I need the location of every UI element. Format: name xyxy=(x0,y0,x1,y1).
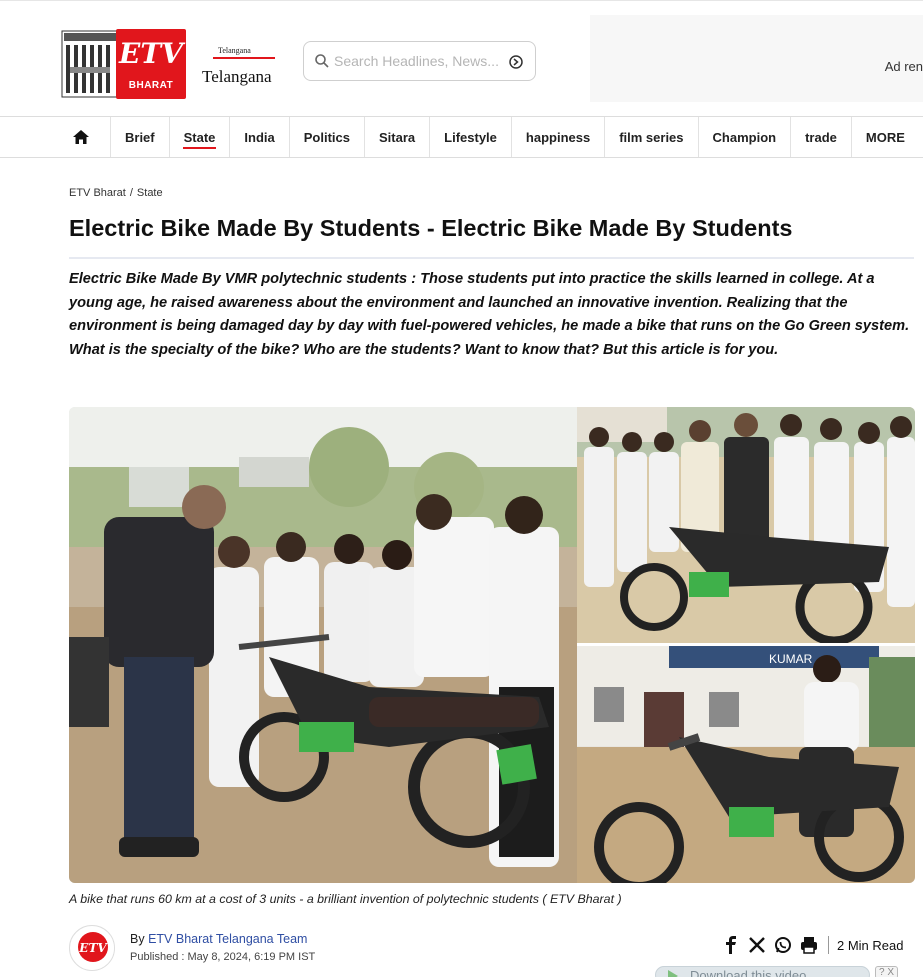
nav-item-india[interactable]: India xyxy=(230,117,290,157)
x-icon[interactable] xyxy=(748,936,766,954)
article-image[interactable]: KUMAR xyxy=(69,407,915,883)
author-byline: By ETV Bharat Telangana Team xyxy=(130,932,307,946)
print-icon[interactable] xyxy=(800,936,818,954)
play-icon xyxy=(668,970,678,977)
author-avatar[interactable]: ETV xyxy=(69,925,115,971)
ad-banner: Ad ren xyxy=(590,15,923,102)
nav-item-more[interactable]: MORE xyxy=(852,117,919,157)
search-box[interactable] xyxy=(303,41,536,81)
article-photo-illustration: KUMAR xyxy=(69,407,915,883)
download-video-button[interactable]: Download this video xyxy=(655,966,870,977)
article-title: Electric Bike Made By Students - Electri… xyxy=(69,215,793,241)
logo-badge: ETV BHARAT xyxy=(116,29,186,99)
read-time: 2 Min Read xyxy=(837,937,904,953)
breadcrumb-section[interactable]: State xyxy=(137,187,163,199)
nav-item-sitara[interactable]: Sitara xyxy=(365,117,431,157)
go-icon[interactable] xyxy=(508,54,524,70)
breadcrumb-separator: / xyxy=(129,187,133,199)
nav-item-politics[interactable]: Politics xyxy=(290,117,366,157)
facebook-icon[interactable] xyxy=(722,936,740,954)
logo-bharat-text: BHARAT xyxy=(128,80,174,91)
logo-building-icon xyxy=(61,30,119,98)
title-divider xyxy=(69,257,914,259)
nav-item-state[interactable]: State xyxy=(170,117,231,157)
nav-item-brief[interactable]: Brief xyxy=(111,117,170,157)
player-mini-buttons[interactable]: ? X xyxy=(875,966,899,977)
author-link[interactable]: ETV Bharat Telangana Team xyxy=(148,932,307,946)
article-summary: Electric Bike Made By VMR polytechnic st… xyxy=(69,271,910,358)
breadcrumb-home[interactable]: ETV Bharat xyxy=(69,187,126,199)
nav-item-lifestyle[interactable]: Lifestyle xyxy=(430,117,512,157)
site-logo[interactable]: ETV BHARAT xyxy=(60,27,188,101)
nav-item-trade[interactable]: trade xyxy=(791,117,852,157)
nav-item-happiness[interactable]: happiness xyxy=(512,117,606,157)
photo-sign-text: KUMAR xyxy=(769,652,813,666)
site-header: ETV BHARAT Telangana Telangana Ad ren xyxy=(0,0,923,116)
svg-text:ETV: ETV xyxy=(78,941,108,955)
nav-item-champion[interactable]: Champion xyxy=(699,117,792,157)
state-label-small: Telangana xyxy=(218,46,251,55)
ad-text: Ad ren xyxy=(884,59,923,74)
breadcrumb: ETV Bharat / State xyxy=(69,187,163,199)
state-label-underline xyxy=(213,57,275,59)
nav-home[interactable] xyxy=(52,117,111,157)
published-date: Published : May 8, 2024, 6:19 PM IST xyxy=(130,951,316,963)
state-selector[interactable]: Telangana xyxy=(202,67,272,87)
author-logo-icon: ETV xyxy=(71,927,114,970)
download-video-label: Download this video xyxy=(690,968,807,977)
search-icon xyxy=(315,54,329,68)
main-nav: Brief State India Politics Sitara Lifest… xyxy=(0,116,923,158)
nav-item-film-series[interactable]: film series xyxy=(605,117,699,157)
whatsapp-icon[interactable] xyxy=(774,936,792,954)
read-time-separator xyxy=(828,936,829,954)
search-input[interactable] xyxy=(334,52,504,70)
logo-etv-text: ETV xyxy=(119,37,183,70)
home-icon xyxy=(73,130,89,144)
image-caption: A bike that runs 60 km at a cost of 3 un… xyxy=(69,892,622,906)
author-prefix: By xyxy=(130,932,145,946)
share-bar: 2 Min Read xyxy=(722,936,903,954)
